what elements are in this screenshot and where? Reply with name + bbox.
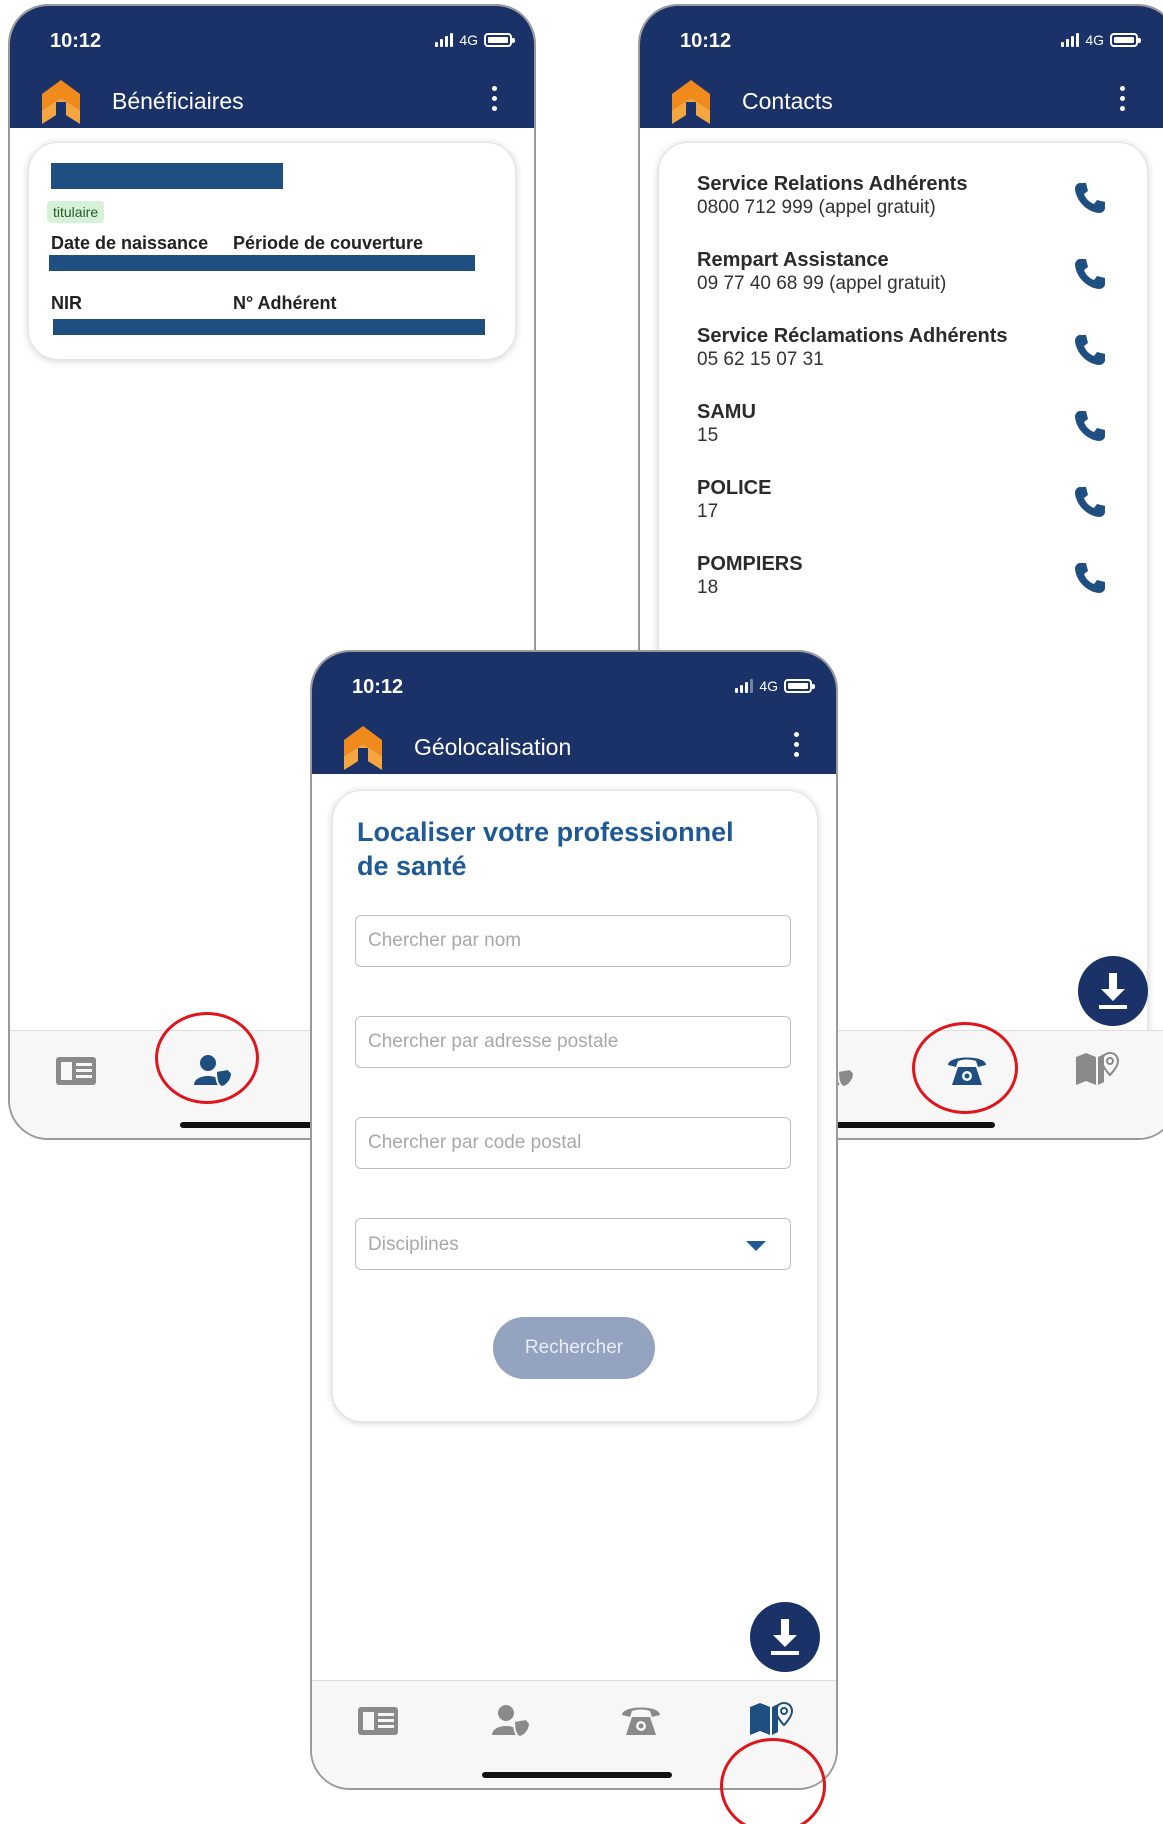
beneficiary-card[interactable]: titulaire Date de naissance Période de c… [28,142,516,360]
id-card-icon[interactable] [356,1699,402,1739]
status-bar: 10:12 4G [640,6,1163,76]
tab-bar [312,1680,836,1788]
phone-icon[interactable] [1073,257,1107,291]
disciplines-select[interactable]: Disciplines [355,1218,791,1270]
search-by-address-input[interactable] [355,1016,791,1068]
disciplines-label: Disciplines [368,1234,459,1255]
map-pin-icon[interactable] [748,1699,794,1739]
page-title: Contacts [742,88,833,114]
search-card: Localiser votre professionnel de santé D… [332,790,818,1422]
contact-name: POMPIERS [697,553,803,575]
phone-icon[interactable] [1073,333,1107,367]
status-badge: titulaire [47,201,105,223]
app-bar: Géolocalisation [312,720,836,774]
network-label: 4G [459,32,478,48]
status-time: 10:12 [680,30,732,52]
telephone-icon[interactable] [618,1699,664,1739]
signal-icon [435,33,454,47]
network-label: 4G [759,678,778,694]
contact-name: POLICE [697,477,772,499]
home-indicator [482,1772,672,1778]
kebab-menu-icon[interactable] [490,86,498,114]
contact-number: 18 [697,577,719,598]
label-nir: NIR [51,293,82,313]
nir-member-redacted [53,319,485,335]
id-card-icon[interactable] [54,1049,100,1089]
download-icon [771,1619,799,1655]
search-heading: Localiser votre professionnel de santé [357,817,734,881]
phone-geolocalisation: 10:12 4G Géolocalisation Localiser votre… [310,650,838,1790]
contact-number: 05 62 15 07 31 [697,349,824,370]
status-indicators: 4G [1061,32,1141,48]
contact-number: 09 77 40 68 99 (appel gratuit) [697,273,947,294]
search-by-name-input[interactable] [355,915,791,967]
battery-icon [784,679,815,693]
kebab-menu-icon[interactable] [1118,86,1126,114]
home-indicator [835,1122,995,1128]
birth-coverage-redacted [49,255,475,271]
name-redacted [51,163,283,189]
download-button[interactable] [750,1602,820,1672]
telephone-icon[interactable] [944,1049,990,1089]
contact-name: SAMU [697,401,756,423]
app-logo-icon [672,80,710,124]
contact-name: Rempart Assistance [697,249,889,271]
phone-icon[interactable] [1073,561,1107,595]
label-coverage-period: Période de couverture [233,233,424,253]
page-title: Bénéficiaires [112,88,244,114]
phone-icon[interactable] [1073,485,1107,519]
battery-icon [1110,33,1141,47]
network-label: 4G [1085,32,1104,48]
label-member-number: N° Adhérent [233,293,337,313]
signal-icon [1061,33,1080,47]
chevron-down-icon [746,1241,766,1251]
label-birth-date: Date de naissance [51,233,209,253]
beneficiaries-icon[interactable] [488,1699,534,1739]
app-bar: Bénéficiaires [10,74,534,128]
status-indicators: 4G [735,678,815,694]
battery-icon [484,33,515,47]
kebab-menu-icon[interactable] [792,732,800,760]
download-button[interactable] [1078,956,1148,1026]
status-bar: 10:12 4G [10,6,534,76]
status-indicators: 4G [435,32,515,48]
phone-icon[interactable] [1073,409,1107,443]
status-bar: 10:12 4G [312,652,836,722]
search-button[interactable]: Rechercher [493,1317,655,1379]
page-title: Géolocalisation [414,734,572,760]
contact-number: 0800 712 999 (appel gratuit) [697,197,936,218]
download-icon [1099,973,1127,1009]
app-logo-icon [42,80,80,124]
phone-icon[interactable] [1073,181,1107,215]
contact-number: 15 [697,425,719,446]
search-by-postal-code-input[interactable] [355,1117,791,1169]
map-pin-icon[interactable] [1074,1049,1120,1089]
contact-name: Service Réclamations Adhérents [697,325,1008,347]
beneficiaries-icon[interactable] [190,1049,236,1089]
status-time: 10:12 [50,30,102,52]
signal-icon [735,679,754,693]
contact-number: 17 [697,501,719,522]
status-time: 10:12 [352,676,404,698]
contact-name: Service Relations Adhérents [697,173,968,195]
app-bar: Contacts [640,74,1163,128]
app-logo-icon [344,726,382,770]
